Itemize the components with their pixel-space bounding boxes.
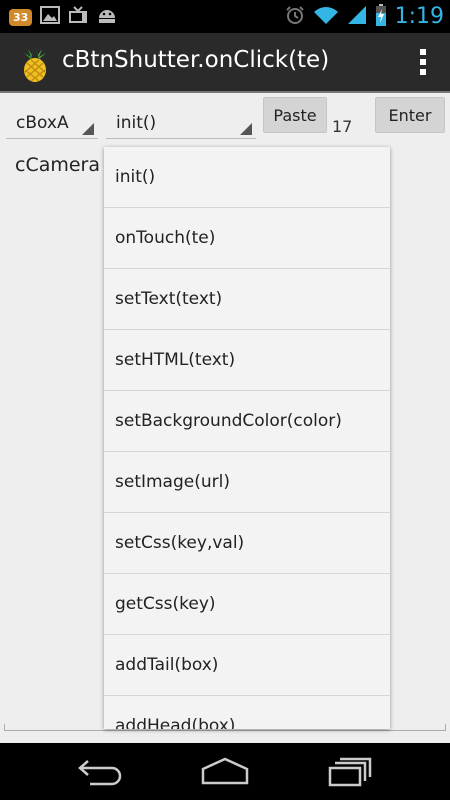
dropdown-item[interactable]: setCss(key,val) [104, 513, 390, 574]
status-bar: 33 1:19 [0, 0, 450, 33]
dropdown-item[interactable]: addTail(box) [104, 635, 390, 696]
spinner-arrow-icon [240, 123, 252, 135]
battery-icon [375, 3, 387, 30]
spinner-arrow-icon [82, 123, 94, 135]
signal-icon [347, 5, 367, 29]
navigation-bar [0, 743, 450, 800]
status-bar-left: 33 [9, 6, 118, 28]
count-label: 17 [332, 117, 353, 136]
back-icon[interactable] [76, 757, 124, 791]
method-dropdown-list[interactable]: init() onTouch(te) setText(text) setHTML… [104, 147, 390, 729]
status-bar-right: 1:19 [285, 3, 444, 30]
box-spinner[interactable]: cBoxA [6, 103, 98, 139]
pineapple-icon[interactable] [18, 43, 52, 83]
dropdown-item[interactable]: setHTML(text) [104, 330, 390, 391]
home-icon[interactable] [200, 757, 250, 791]
method-spinner-value: init() [116, 113, 157, 133]
text-field-underline [4, 724, 446, 731]
recents-icon[interactable] [328, 757, 372, 791]
dropdown-item[interactable]: getCss(key) [104, 574, 390, 635]
enter-button[interactable]: Enter [375, 97, 445, 133]
alarm-icon [285, 5, 305, 29]
image-icon [40, 6, 61, 28]
method-spinner[interactable]: init() [106, 103, 256, 139]
dropdown-item[interactable]: setImage(url) [104, 452, 390, 513]
camera-label: cCamera [15, 154, 101, 176]
action-bar: cBtnShutter.onClick(te) [0, 33, 450, 93]
notification-count-badge: 33 [9, 8, 33, 26]
wifi-icon [313, 5, 339, 29]
tv-icon [68, 6, 88, 28]
dropdown-item[interactable]: init() [104, 147, 390, 208]
box-spinner-value: cBoxA [16, 113, 69, 133]
dropdown-item[interactable]: onTouch(te) [104, 208, 390, 269]
app-title: cBtnShutter.onClick(te) [62, 47, 330, 73]
overflow-menu-icon[interactable] [418, 49, 428, 77]
dropdown-item[interactable]: setText(text) [104, 269, 390, 330]
dropdown-item[interactable]: setBackgroundColor(color) [104, 391, 390, 452]
dropdown-item[interactable]: addHead(box) [104, 696, 390, 729]
paste-button[interactable]: Paste [263, 97, 327, 133]
clock: 1:19 [394, 4, 444, 29]
android-icon [96, 6, 118, 28]
